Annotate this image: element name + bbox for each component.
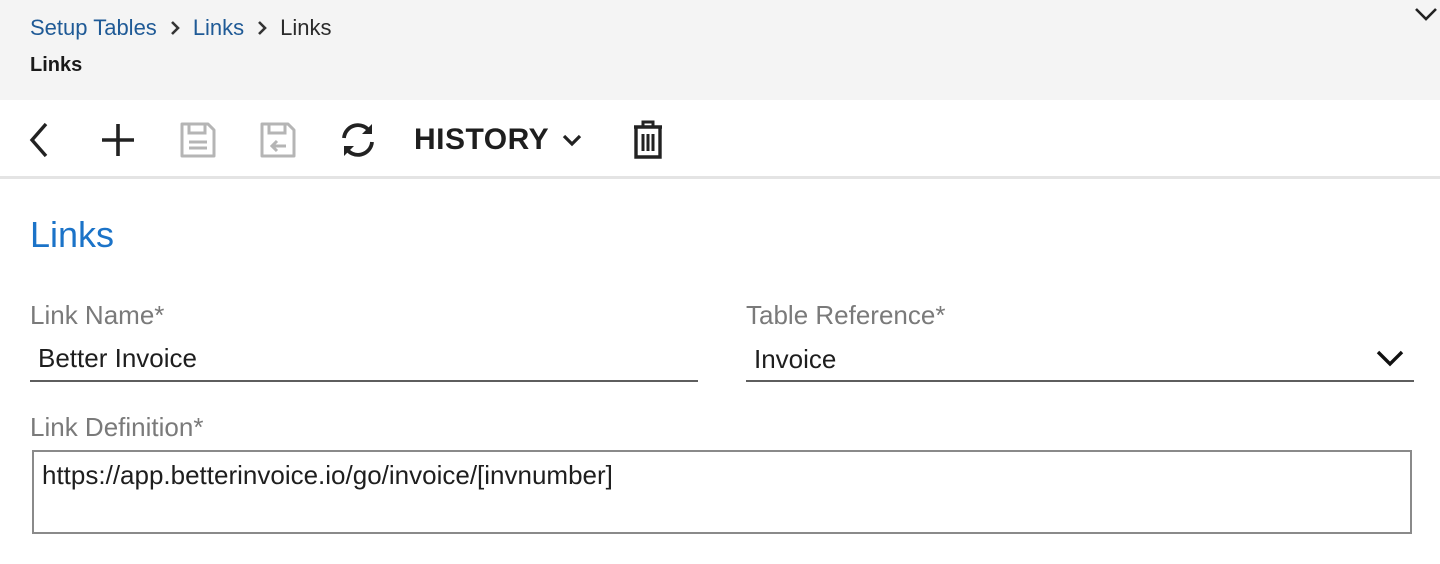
save-and-close-button[interactable] <box>258 118 298 162</box>
save-icon <box>180 122 216 158</box>
section-title: Links <box>30 214 115 255</box>
chevron-down-icon <box>1415 8 1437 21</box>
add-button[interactable] <box>98 118 138 162</box>
chevron-right-icon <box>254 14 272 42</box>
trash-icon <box>634 120 662 159</box>
chevron-down-icon <box>1376 350 1404 367</box>
delete-button[interactable] <box>628 118 668 162</box>
refresh-icon <box>342 123 374 157</box>
link-name-input[interactable] <box>30 338 698 378</box>
page-header: Setup Tables Links Links Links <box>0 0 1440 100</box>
back-icon <box>29 122 48 158</box>
page-title: Links <box>30 54 83 76</box>
link-definition-textarea[interactable]: https://app.betterinvoice.io/go/invoice/… <box>34 452 1410 532</box>
back-button[interactable] <box>22 118 58 162</box>
chevron-right-icon <box>167 14 185 42</box>
link-definition-field-wrapper: https://app.betterinvoice.io/go/invoice/… <box>32 450 1412 534</box>
breadcrumb-links[interactable]: Links <box>193 15 244 41</box>
save-button[interactable] <box>178 118 218 162</box>
link-name-field-wrapper <box>30 338 698 382</box>
table-reference-label: Table Reference* <box>746 300 946 330</box>
history-dropdown-button[interactable]: HISTORY <box>414 118 583 162</box>
history-label: HISTORY <box>414 123 550 156</box>
collapse-header-button[interactable] <box>1412 2 1440 26</box>
link-name-label: Link Name* <box>30 300 165 330</box>
breadcrumb-current: Links <box>280 15 332 40</box>
save-and-close-icon <box>260 122 296 158</box>
toolbar: HISTORY <box>0 100 1440 179</box>
table-reference-select[interactable]: Invoice <box>746 338 1414 382</box>
table-reference-value: Invoice <box>754 344 837 374</box>
link-definition-label: Link Definition* <box>30 412 204 442</box>
add-icon <box>102 124 134 156</box>
breadcrumb: Setup Tables Links Links <box>30 14 332 42</box>
chevron-down-icon <box>563 134 582 147</box>
breadcrumb-setup-tables[interactable]: Setup Tables <box>30 15 157 41</box>
refresh-button[interactable] <box>336 118 380 162</box>
